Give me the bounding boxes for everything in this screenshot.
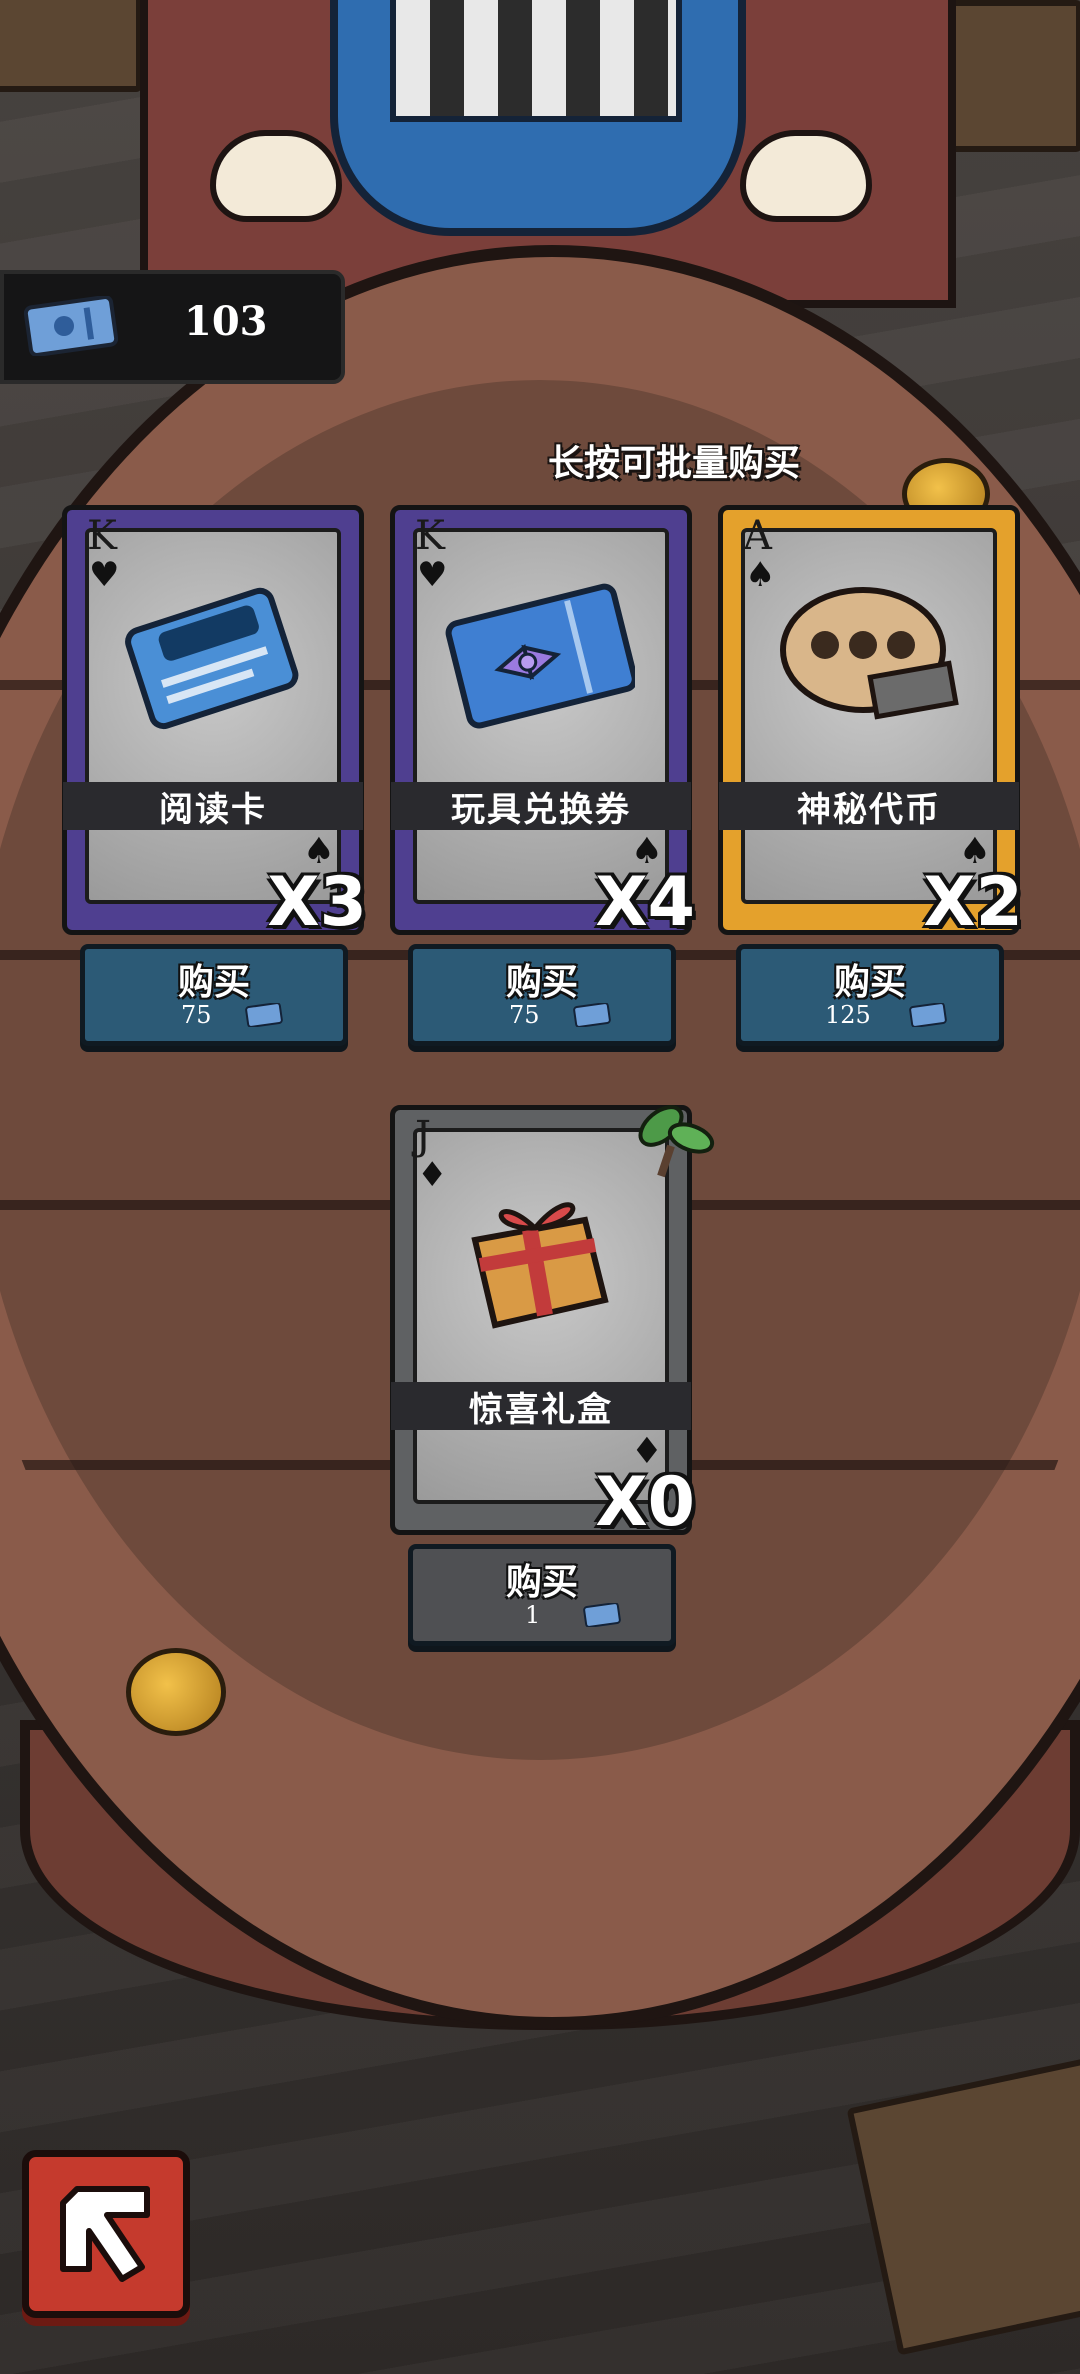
buy-label: 购买	[833, 962, 906, 1003]
toy-voucher-icon	[445, 583, 635, 729]
item-quantity: X2	[923, 863, 1023, 942]
card-rank: J	[415, 1113, 432, 1159]
item-price: 75	[181, 1001, 212, 1029]
item-price: 125	[825, 1001, 871, 1029]
reading-card-icon	[125, 587, 299, 730]
shop-card-reading-card[interactable]: K ♥ ♠ 阅读卡 X3	[62, 505, 367, 942]
shopkeeper-right-hand	[740, 130, 872, 222]
shopkeeper-character	[210, 0, 872, 260]
buy-button-toy-voucher[interactable]: 购买 75	[408, 944, 676, 1046]
buy-label: 购买	[505, 1562, 578, 1603]
ticket-icon	[573, 1003, 611, 1027]
item-quantity: X0	[595, 1463, 695, 1542]
item-quantity: X4	[595, 863, 695, 942]
background-crate	[0, 0, 142, 92]
buy-button-surprise-gift-box[interactable]: 购买 1	[408, 1544, 676, 1646]
exit-button[interactable]	[22, 2150, 190, 2318]
shopkeeper-left-hand	[210, 130, 342, 222]
buy-label: 购买	[505, 962, 578, 1003]
item-quantity: X3	[267, 863, 367, 942]
gift-box-icon	[471, 1202, 609, 1329]
item-name: 惊喜礼盒	[391, 1382, 691, 1430]
item-price: 75	[509, 1001, 540, 1029]
film-reel-icon	[780, 587, 959, 720]
buy-button-reading-card[interactable]: 购买 75	[80, 944, 348, 1046]
item-name: 阅读卡	[63, 782, 363, 830]
gold-coin-icon	[126, 1648, 226, 1736]
shop-card-toy-voucher[interactable]: K ♥ ♠ 玩具兑换券 X4	[390, 505, 695, 942]
leaf-decoration-icon	[638, 1105, 715, 1178]
buy-button-mystery-token[interactable]: 购买 125	[736, 944, 1004, 1046]
item-name: 玩具兑换券	[391, 782, 691, 830]
ticket-icon	[583, 1603, 621, 1627]
item-price: 1	[525, 1601, 541, 1629]
currency-bar: 103	[0, 270, 345, 384]
shop-card-surprise-gift-box[interactable]: J ♦ ♦ 惊喜礼盒 X0	[390, 1105, 715, 1542]
ticket-icon	[909, 1003, 947, 1027]
exit-arrow-icon	[60, 2186, 150, 2282]
ticket-count: 103	[184, 298, 268, 345]
buy-label: 购买	[177, 962, 250, 1003]
bulk-buy-hint: 长按可批量购买	[548, 443, 801, 484]
shop-card-mystery-token[interactable]: A ♠ ♠ 神秘代币 X2	[718, 505, 1023, 942]
ticket-icon	[24, 296, 118, 356]
item-name: 神秘代币	[719, 782, 1019, 830]
ticket-icon	[245, 1003, 283, 1027]
